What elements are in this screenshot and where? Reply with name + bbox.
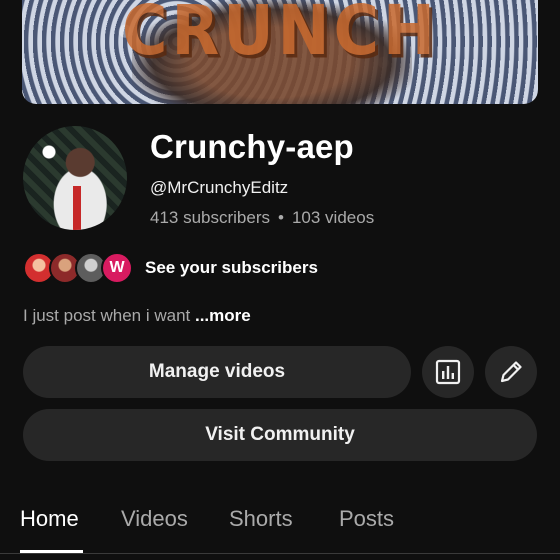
active-tab-indicator: [20, 550, 83, 553]
banner-text: CRUNCH: [122, 0, 439, 71]
subscribers-preview[interactable]: W See your subscribers: [23, 250, 318, 286]
channel-avatar[interactable]: [23, 126, 127, 230]
analytics-button[interactable]: [422, 346, 474, 398]
tab-shorts[interactable]: Shorts: [229, 506, 293, 532]
analytics-icon: [435, 359, 461, 385]
tab-home[interactable]: Home: [20, 506, 79, 532]
description-text: I just post when i want: [23, 306, 195, 325]
pencil-icon: [500, 361, 522, 383]
channel-banner[interactable]: CRUNCH: [22, 0, 538, 104]
edit-channel-button[interactable]: [485, 346, 537, 398]
avatar-detail: [73, 186, 81, 230]
channel-tabs: Home Videos Shorts Posts: [0, 498, 560, 560]
channel-handle: @MrCrunchyEditz: [150, 178, 289, 197]
stats-separator: •: [278, 208, 284, 227]
channel-description[interactable]: I just post when i want ...more: [23, 306, 251, 326]
tab-posts[interactable]: Posts: [339, 506, 394, 532]
subscriber-count: 413 subscribers: [150, 208, 271, 227]
tab-videos[interactable]: Videos: [121, 506, 188, 532]
see-subscribers-link[interactable]: See your subscribers: [145, 258, 318, 278]
visit-community-button[interactable]: Visit Community: [23, 409, 537, 461]
more-link[interactable]: ...more: [195, 306, 251, 325]
subscriber-avatar-letter: W: [101, 252, 133, 284]
tabs-divider: [0, 553, 560, 554]
manage-videos-button[interactable]: Manage videos: [23, 346, 411, 398]
channel-stats: 413 subscribers • 103 videos: [150, 208, 374, 228]
channel-name: Crunchy-aep: [150, 128, 354, 165]
video-count: 103 videos: [291, 208, 375, 227]
